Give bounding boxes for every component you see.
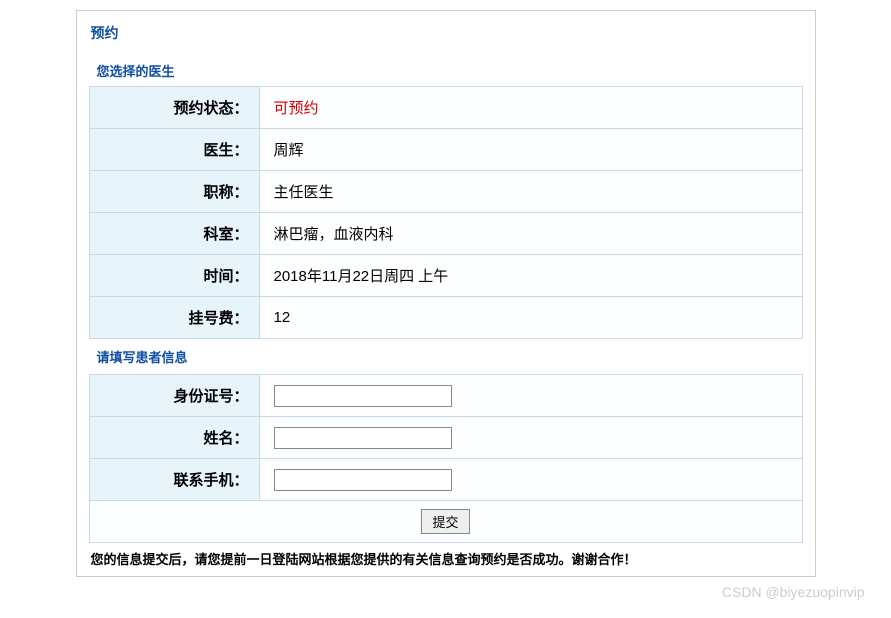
cell-name	[259, 417, 802, 459]
submit-button[interactable]: 提交	[421, 509, 469, 534]
row-submit: 提交	[89, 501, 802, 543]
label-doctor: 医生：	[89, 129, 259, 171]
value-title-rank: 主任医生	[259, 171, 802, 213]
cell-id-number	[259, 375, 802, 417]
label-title-rank: 职称：	[89, 171, 259, 213]
panel-title: 预约	[89, 21, 803, 53]
id-number-input[interactable]	[274, 385, 452, 407]
row-phone: 联系手机：	[89, 459, 802, 501]
footer-note: 您的信息提交后，请您提前一日登陆网站根据您提供的有关信息查询预约是否成功。谢谢合…	[89, 543, 803, 568]
value-status: 可预约	[259, 87, 802, 129]
watermark: CSDN @biyezuopinvip	[722, 584, 865, 600]
label-time: 时间：	[89, 255, 259, 297]
label-department: 科室：	[89, 213, 259, 255]
cell-phone	[259, 459, 802, 501]
doctor-section-title: 您选择的医生	[89, 53, 803, 86]
row-time: 时间： 2018年11月22日周四 上午	[89, 255, 802, 297]
label-name: 姓名：	[89, 417, 259, 459]
value-department: 淋巴瘤，血液内科	[259, 213, 802, 255]
row-doctor: 医生： 周辉	[89, 129, 802, 171]
label-fee: 挂号费：	[89, 297, 259, 339]
phone-input[interactable]	[274, 469, 452, 491]
label-phone: 联系手机：	[89, 459, 259, 501]
label-status: 预约状态：	[89, 87, 259, 129]
appointment-panel: 预约 您选择的医生 预约状态： 可预约 医生： 周辉 职称： 主任医生 科室： …	[76, 10, 816, 577]
row-title-rank: 职称： 主任医生	[89, 171, 802, 213]
label-id-number: 身份证号：	[89, 375, 259, 417]
value-fee: 12	[259, 297, 802, 339]
submit-cell: 提交	[89, 501, 802, 543]
row-department: 科室： 淋巴瘤，血液内科	[89, 213, 802, 255]
value-time: 2018年11月22日周四 上午	[259, 255, 802, 297]
name-input[interactable]	[274, 427, 452, 449]
row-fee: 挂号费： 12	[89, 297, 802, 339]
doctor-info-table: 预约状态： 可预约 医生： 周辉 职称： 主任医生 科室： 淋巴瘤，血液内科 时…	[89, 86, 803, 339]
row-id-number: 身份证号：	[89, 375, 802, 417]
value-doctor: 周辉	[259, 129, 802, 171]
row-name: 姓名：	[89, 417, 802, 459]
status-text: 可预约	[274, 100, 319, 117]
patient-form-table: 身份证号： 姓名： 联系手机： 提交	[89, 374, 803, 543]
patient-section-title: 请填写患者信息	[89, 339, 803, 372]
row-status: 预约状态： 可预约	[89, 87, 802, 129]
